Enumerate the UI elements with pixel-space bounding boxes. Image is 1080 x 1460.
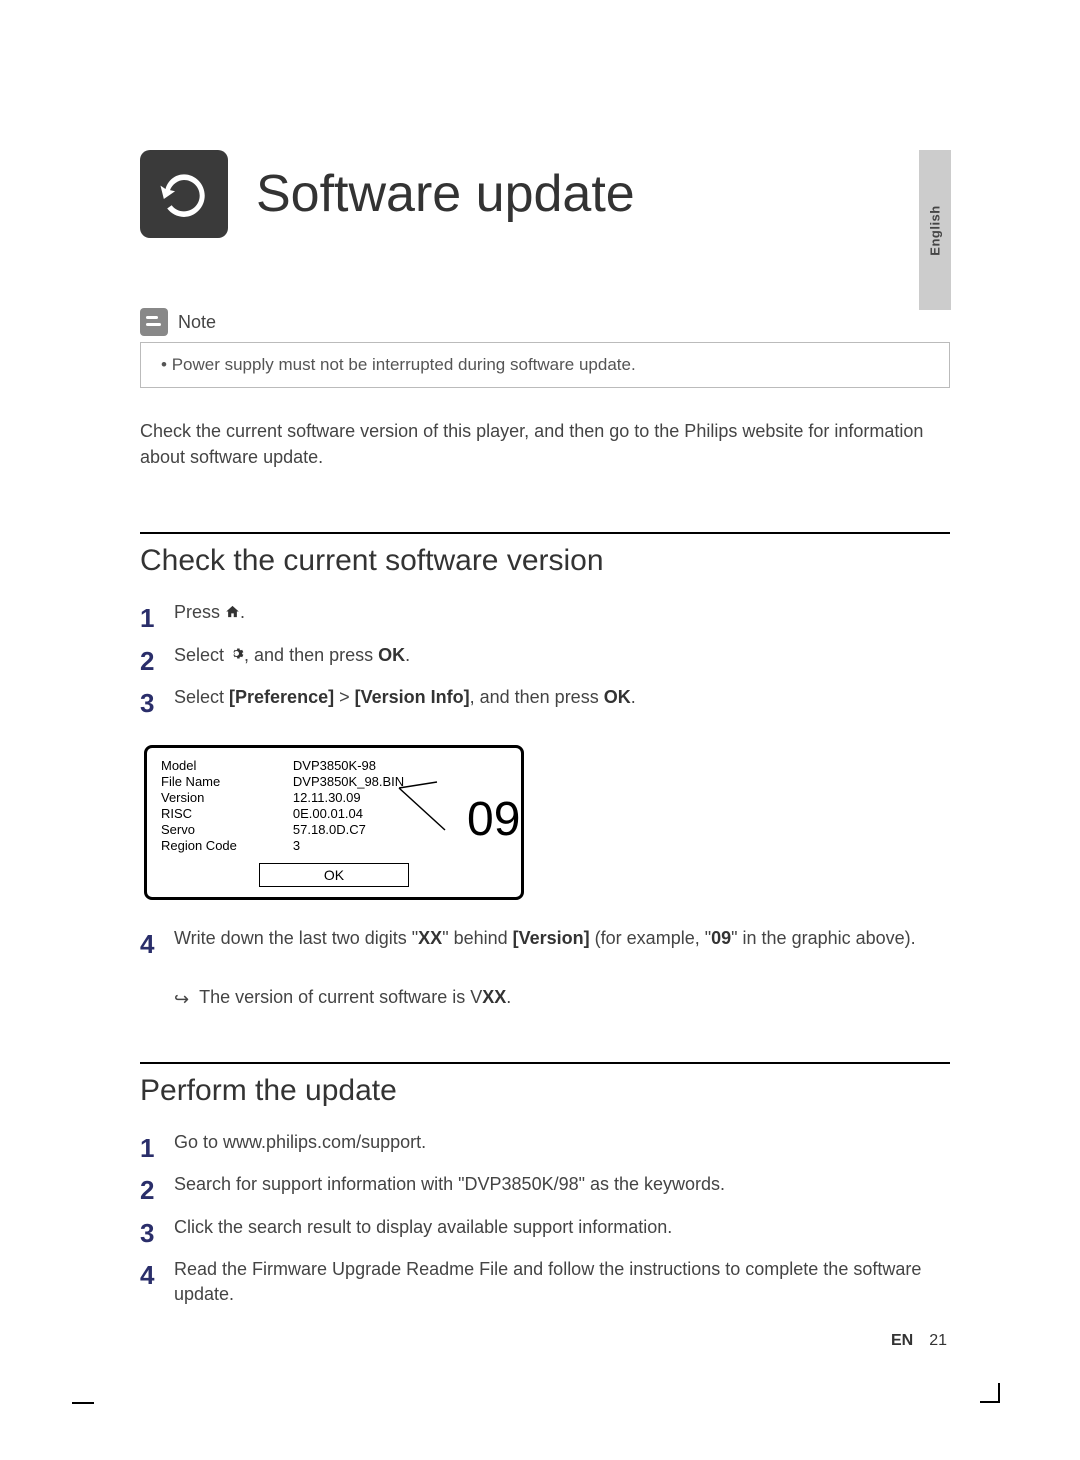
vg-label: RISC: [161, 806, 237, 821]
steps-check-cont: 4 Write down the last two digits "XX" be…: [140, 926, 950, 962]
vg-ok-button: OK: [259, 863, 409, 887]
footer-lang: EN: [891, 1332, 913, 1349]
vg-label: Model: [161, 758, 237, 773]
vg-value: 3: [293, 838, 404, 853]
step-number: 4: [140, 926, 174, 962]
vg-values: DVP3850K-98 DVP3850K_98.BIN 12.11.30.09 …: [293, 758, 404, 853]
title-block: Software update: [140, 150, 950, 238]
step-3: 3 Select [Preference] > [Version Info], …: [140, 685, 950, 721]
callout: 09: [397, 780, 467, 839]
step-number: 1: [140, 600, 174, 636]
step-1: 1 Press .: [140, 600, 950, 636]
step-4: 4 Write down the last two digits "XX" be…: [140, 926, 950, 962]
footer-page: 21: [929, 1332, 947, 1349]
xx-label: XX: [418, 928, 442, 948]
step-2: 2Search for support information with "DV…: [140, 1172, 950, 1208]
step-text: (for example, ": [590, 928, 711, 948]
crop-mark-icon: [980, 1383, 1000, 1403]
vg-value: 57.18.0D.C7: [293, 822, 404, 837]
sub-text: .: [506, 987, 511, 1007]
step-number: 4: [140, 1257, 174, 1293]
crop-mark-icon: [72, 1402, 94, 1404]
step-text: Select: [174, 645, 229, 665]
step-4: 4Read the Firmware Upgrade Readme File a…: [140, 1257, 950, 1307]
sub-text: The version of current software is V: [199, 987, 482, 1007]
version-info-graphic: Model File Name Version RISC Servo Regio…: [144, 745, 524, 900]
step-text: , and then press: [470, 687, 604, 707]
update-icon: [140, 150, 228, 238]
pref-label: [Preference]: [229, 687, 334, 707]
ok-label: OK: [604, 687, 631, 707]
vg-value: DVP3850K_98.BIN: [293, 774, 404, 789]
language-tab-label: English: [928, 205, 943, 255]
vg-value: DVP3850K-98: [293, 758, 404, 773]
step-text: Click the search result to display avail…: [174, 1215, 950, 1240]
intro-text: Check the current software version of th…: [140, 418, 950, 470]
note-item: Power supply must not be interrupted dur…: [161, 355, 933, 375]
step-text: .: [240, 602, 245, 622]
vg-label: File Name: [161, 774, 237, 789]
note-label: Note: [178, 312, 216, 333]
step-number: 3: [140, 1215, 174, 1251]
step-text: .: [405, 645, 410, 665]
home-icon: [225, 601, 240, 626]
ok-label: OK: [378, 645, 405, 665]
step-3: 3Click the search result to display avai…: [140, 1215, 950, 1251]
vg-label: Servo: [161, 822, 237, 837]
language-tab: English: [919, 150, 951, 310]
sub-bullet: ↪ The version of current software is VXX…: [174, 987, 950, 1012]
vg-labels: Model File Name Version RISC Servo Regio…: [161, 758, 237, 853]
example-label: 09: [711, 928, 731, 948]
step-2: 2 Select , and then press OK.: [140, 643, 950, 679]
step-text: Search for support information with "DVP…: [174, 1172, 950, 1197]
step-text: Read the Firmware Upgrade Readme File an…: [174, 1257, 950, 1307]
step-number: 2: [140, 1172, 174, 1208]
step-1: 1Go to www.philips.com/support.: [140, 1130, 950, 1166]
version-info-label: [Version Info]: [355, 687, 470, 707]
step-number: 3: [140, 685, 174, 721]
version-label: [Version]: [513, 928, 590, 948]
step-text: " behind: [442, 928, 512, 948]
steps-perform: 1Go to www.philips.com/support. 2Search …: [140, 1130, 950, 1308]
step-number: 1: [140, 1130, 174, 1166]
page-footer: EN 21: [891, 1332, 947, 1350]
section-perform-heading: Perform the update: [140, 1074, 950, 1108]
vg-value: 12.11.30.09: [293, 790, 404, 805]
step-text: Write down the last two digits ": [174, 928, 418, 948]
steps-check: 1 Press . 2 Select , and then press OK. …: [140, 600, 950, 721]
note-block: Note Power supply must not be interrupte…: [140, 308, 950, 388]
step-text: Select: [174, 687, 229, 707]
page-title: Software update: [256, 164, 635, 224]
step-text: Press: [174, 602, 225, 622]
step-text: " in the graphic above).: [731, 928, 916, 948]
section-check-heading: Check the current software version: [140, 544, 950, 578]
vg-label: Version: [161, 790, 237, 805]
xx-label: XX: [482, 987, 506, 1007]
step-text: .: [631, 687, 636, 707]
callout-number: 09: [467, 792, 520, 847]
step-text: Go to www.philips.com/support.: [174, 1130, 950, 1155]
step-text: , and then press: [244, 645, 378, 665]
result-arrow-icon: ↪: [174, 987, 189, 1012]
callout-line-icon: [397, 780, 467, 836]
divider: [140, 532, 950, 534]
gear-icon: [229, 643, 244, 668]
note-body: Power supply must not be interrupted dur…: [140, 342, 950, 388]
vg-value: 0E.00.01.04: [293, 806, 404, 821]
divider: [140, 1062, 950, 1064]
step-text: >: [334, 687, 355, 707]
note-icon: [140, 308, 168, 336]
vg-label: Region Code: [161, 838, 237, 853]
step-number: 2: [140, 643, 174, 679]
